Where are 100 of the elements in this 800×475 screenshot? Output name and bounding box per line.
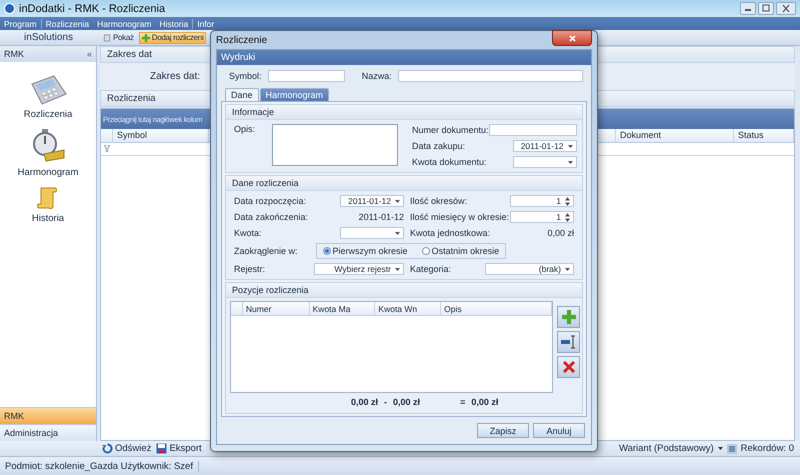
menu-item[interactable]: Program [0,18,41,28]
close-icon [568,34,576,42]
column-header[interactable]: Status [734,129,794,142]
dropdown-field[interactable]: (brak) [485,263,574,275]
column-header[interactable]: Opis [441,302,552,315]
menu-item[interactable]: Wydruki [221,52,256,63]
panel-title: RMK [4,49,24,59]
total-value: 0,00 zł [351,397,378,407]
spinner-arrows-icon [565,212,570,222]
text-field[interactable] [488,124,577,136]
field-value: 0,00 zł [547,228,574,238]
menu-item[interactable]: Rozliczenia [42,18,94,28]
toolbar-button[interactable]: Pokaż [100,32,137,44]
field-value: 2011-01-12 [358,212,404,222]
status-text: Podmiot: szkolenie_Gazda Użytkownik: Szef [0,460,199,472]
field-label: Symbol: [229,71,262,81]
toolbar-button[interactable]: Eksport [156,443,202,454]
close-button[interactable] [552,30,592,46]
number-spinner[interactable]: 1 [510,211,574,223]
dropdown-field[interactable]: 2011-01-12 [512,140,577,152]
text-field[interactable] [398,70,583,82]
dialog-title: Rozliczenie [216,34,268,46]
brand-label: inSolutions [23,32,74,43]
field-label: Kwota dokumentu: [412,157,487,167]
delete-row-button[interactable] [557,356,580,378]
field-label: Opis: [234,124,256,136]
field-label: Data rozpoczęcia: [234,196,306,206]
sidebar-item[interactable]: Historia [32,186,64,224]
column-header[interactable]: Kwota Wn [375,302,442,315]
group-title: Dane rozliczenia [232,178,299,188]
column-header[interactable]: Symbol [113,129,209,142]
field-label: Zakres dat: [150,71,200,82]
toolbar-button[interactable]: Dodaj rozliczeni [138,32,206,44]
field-label: Numer dokumentu: [412,125,489,135]
text-area[interactable] [272,124,398,166]
field-label: Ilość miesięcy w okresie: [410,212,510,222]
field-label: Zaokrąglenie w: [234,246,298,256]
dropdown-field[interactable]: Wybierz rejestr [314,263,404,275]
menu-item[interactable]: Historia [155,18,192,28]
group-title: Rozliczenia [107,93,156,104]
dialog-button[interactable]: Zapisz [477,423,529,438]
variant-dropdown[interactable]: Wariant (Podstawowy) [618,443,714,454]
plus-icon [142,34,150,42]
caret-icon [395,268,400,270]
scroll-icon [36,186,59,210]
dropdown-field[interactable] [340,227,404,239]
radio-label: Ostatnim okresie [432,246,500,256]
field-label: Kategoria: [410,264,452,274]
toolbar-button[interactable]: Odśwież [102,443,152,454]
refresh-icon [102,443,113,454]
remove-row-button[interactable] [557,331,580,353]
caret-icon [565,268,570,270]
grid-icon [103,34,111,42]
sidebar-item[interactable]: Rozliczenia [24,74,72,120]
field-label: Kwota jednostkowa: [410,228,490,238]
column-header[interactable]: Kwota Ma [310,302,376,315]
caret-icon[interactable] [718,447,723,450]
spinner-arrows-icon [565,196,570,206]
sidebar-item[interactable]: Harmonogram [18,128,78,178]
tab[interactable]: Harmonogram [260,88,330,101]
field-label: Nazwa: [362,71,392,81]
total-value: 0,00 zł [393,397,420,407]
collapse-button[interactable]: « [86,49,92,59]
column-header[interactable]: Dokument [616,129,734,142]
window-title: inDodatki - RMK - Rozliczenia [19,2,166,14]
record-count: Rekordów: 0 [740,443,794,454]
filter-icon[interactable] [104,145,110,152]
stopwatch-icon [30,128,66,164]
minimize-icon[interactable] [740,2,756,15]
radio-label: Pierwszym okresie [332,246,408,256]
caret-icon [568,160,573,164]
menu-item[interactable]: Harmonogram [93,18,156,28]
minus-sign: - [384,397,388,407]
menu-item[interactable]: Infor [193,18,218,28]
dialog-button[interactable]: Anuluj [533,423,585,438]
delete-icon [562,361,574,373]
radio-button[interactable] [422,247,430,255]
column-header[interactable]: Numer [242,302,310,315]
group-title: Informacje [232,107,274,117]
maximize-icon[interactable] [758,2,774,15]
number-spinner[interactable]: 1 [510,195,574,207]
group-title: Pozycje rozliczenia [232,285,309,295]
caret-icon [395,200,400,202]
minus-cursor-icon [560,335,576,349]
dropdown-field[interactable] [512,156,577,168]
app-icon [4,3,15,14]
tab[interactable]: Dane [225,88,259,101]
plus-icon [562,310,576,324]
dropdown-field[interactable]: 2011-01-12 [340,195,404,207]
field-label: Rejestr: [234,264,266,274]
field-label: Data zakupu: [412,141,466,151]
close-icon[interactable] [776,2,796,15]
field-label: Ilość okresów: [410,196,468,206]
radio-button[interactable] [322,247,331,255]
nav-tab[interactable]: Administracja [0,424,96,441]
text-field[interactable] [268,70,345,82]
field-label: Data zakończenia: [234,212,308,222]
group-title: Zakres dat [107,49,152,60]
total-value: 0,00 zł [471,397,498,407]
nav-tab[interactable]: RMK [0,407,96,424]
